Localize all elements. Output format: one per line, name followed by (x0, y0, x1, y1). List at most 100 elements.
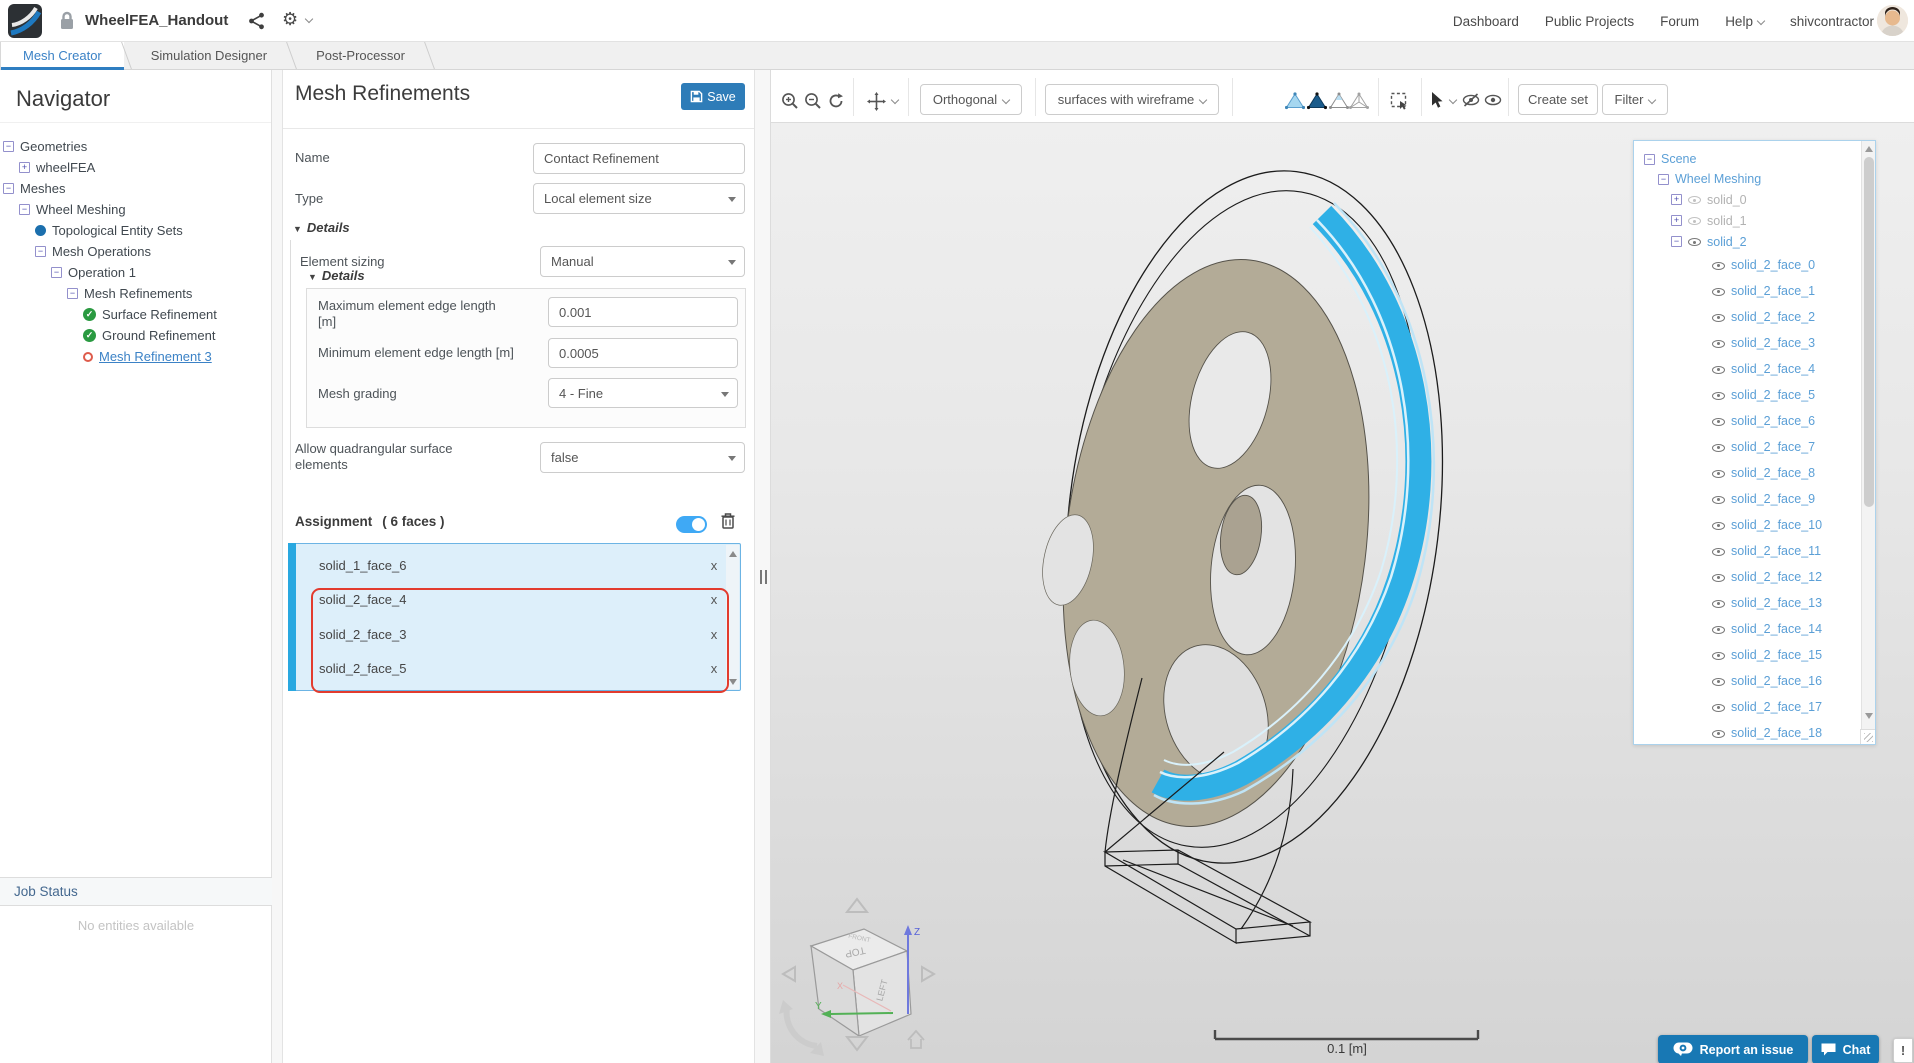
visibility-eye-icon[interactable] (1712, 545, 1725, 558)
rotate-right-arrow[interactable] (921, 965, 936, 983)
scene-group-label[interactable]: Wheel Meshing (1675, 172, 1761, 186)
tree-item-label[interactable]: Meshes (20, 181, 66, 196)
chevron-down-icon[interactable] (1448, 95, 1458, 105)
remove-item-button[interactable]: x (701, 592, 727, 607)
collapse-icon[interactable] (67, 288, 78, 299)
visibility-eye-icon[interactable] (1712, 259, 1725, 272)
scene-face-label[interactable]: solid_2_face_0 (1731, 258, 1815, 272)
visibility-eye-icon[interactable] (1712, 311, 1725, 324)
hide-selection-icon[interactable] (1462, 92, 1480, 108)
scene-face-label[interactable]: solid_2_face_5 (1731, 388, 1815, 402)
visibility-eye-icon[interactable] (1712, 649, 1725, 662)
alert-badge[interactable]: ! (1893, 1038, 1913, 1063)
tab-post-processor[interactable]: Post-Processor (294, 42, 427, 69)
rotate-up-arrow[interactable] (844, 897, 870, 913)
scene-face-label[interactable]: solid_2_face_6 (1731, 414, 1815, 428)
tree-item-label[interactable]: Geometries (20, 139, 87, 154)
collapse-icon[interactable] (1644, 153, 1655, 165)
collapse-icon[interactable] (35, 246, 46, 257)
panel-resize-handle[interactable] (1860, 729, 1875, 744)
scene-root-label[interactable]: Scene (1661, 152, 1696, 166)
show-edges-icon[interactable] (1329, 92, 1349, 110)
tree-item-label[interactable]: Mesh Refinements (84, 286, 192, 301)
scene-panel-scrollbar[interactable] (1861, 141, 1875, 744)
collapse-icon[interactable] (3, 183, 14, 194)
visibility-eye-icon[interactable] (1712, 363, 1725, 376)
quad-elements-select[interactable]: false (540, 442, 745, 473)
expand-icon[interactable] (1671, 194, 1682, 205)
viewport-canvas[interactable]: TOP LEFT FRONT X Y Z 0.1 [m] − Scene − W… (771, 123, 1914, 1063)
chevron-down-icon[interactable] (304, 14, 314, 24)
visibility-eye-icon[interactable] (1712, 441, 1725, 454)
visibility-eye-icon[interactable] (1712, 415, 1725, 428)
name-input[interactable] (533, 143, 745, 174)
scene-face-label[interactable]: solid_2_face_9 (1731, 492, 1815, 506)
expand-icon[interactable] (19, 162, 30, 173)
visibility-eye-icon[interactable] (1712, 701, 1725, 714)
zoom-out-icon[interactable] (804, 92, 822, 110)
home-view-icon[interactable] (907, 1029, 925, 1049)
username-label[interactable]: shivcontractor (1790, 14, 1874, 29)
save-button[interactable]: Save (681, 83, 745, 110)
assignment-toggle[interactable] (676, 516, 707, 533)
nav-public-projects[interactable]: Public Projects (1545, 14, 1634, 29)
share-icon[interactable] (248, 12, 266, 30)
max-edge-input[interactable] (548, 297, 738, 327)
remove-item-button[interactable]: x (701, 558, 727, 573)
scene-face-label[interactable]: solid_2_face_14 (1731, 622, 1822, 636)
remove-item-button[interactable]: x (701, 661, 727, 676)
zoom-in-icon[interactable] (781, 92, 799, 110)
remove-item-button[interactable]: x (701, 627, 727, 642)
rotate-down-arrow[interactable] (844, 1036, 870, 1052)
pan-move-icon[interactable] (867, 92, 886, 111)
visibility-eye-icon[interactable] (1712, 337, 1725, 350)
expand-icon[interactable] (1671, 215, 1682, 226)
collapse-icon[interactable] (1671, 236, 1682, 247)
show-selection-icon[interactable] (1484, 92, 1502, 108)
visibility-eye-icon[interactable] (1712, 519, 1725, 532)
scene-solid-label[interactable]: solid_2 (1707, 235, 1747, 249)
visibility-eye-icon[interactable] (1688, 193, 1701, 206)
filter-button[interactable]: Filter (1602, 84, 1668, 115)
scroll-up-icon[interactable] (1865, 146, 1873, 152)
tree-item-label[interactable]: Operation 1 (68, 265, 136, 280)
scene-face-label[interactable]: solid_2_face_18 (1731, 726, 1822, 740)
scene-face-label[interactable]: solid_2_face_16 (1731, 674, 1822, 688)
scroll-down-icon[interactable] (729, 679, 737, 685)
tree-item-label[interactable]: Mesh Operations (52, 244, 151, 259)
visibility-eye-icon[interactable] (1712, 493, 1725, 506)
visibility-eye-icon[interactable] (1712, 727, 1725, 740)
tree-item-label[interactable]: Wheel Meshing (36, 202, 126, 217)
create-set-button[interactable]: Create set (1518, 84, 1598, 115)
tree-item-label[interactable]: Topological Entity Sets (52, 223, 183, 238)
collapse-icon[interactable] (51, 267, 62, 278)
visibility-eye-icon[interactable] (1712, 675, 1725, 688)
min-edge-input[interactable] (548, 338, 738, 368)
type-select[interactable]: Local element size (533, 183, 745, 214)
scene-face-label[interactable]: solid_2_face_10 (1731, 518, 1822, 532)
scene-face-label[interactable]: solid_2_face_7 (1731, 440, 1815, 454)
scene-solid-label[interactable]: solid_1 (1707, 214, 1747, 228)
gear-icon[interactable]: ⚙ (282, 9, 298, 30)
collapse-icon[interactable] (1658, 173, 1669, 185)
panel-resize-grip[interactable] (760, 570, 767, 584)
scene-face-label[interactable]: solid_2_face_13 (1731, 596, 1822, 610)
scene-face-label[interactable]: solid_2_face_15 (1731, 648, 1822, 662)
element-sizing-select[interactable]: Manual (540, 246, 745, 277)
avatar[interactable] (1877, 5, 1908, 36)
scroll-up-icon[interactable] (729, 551, 737, 557)
assignment-item-label[interactable]: solid_2_face_3 (297, 627, 701, 642)
rotate-left-arrow[interactable] (781, 965, 796, 983)
details-section-header[interactable]: Details (293, 220, 350, 235)
assignment-item-label[interactable]: solid_1_face_6 (297, 558, 701, 573)
scene-face-label[interactable]: solid_2_face_11 (1731, 544, 1821, 558)
select-cursor-icon[interactable] (1431, 92, 1445, 109)
scene-face-label[interactable]: solid_2_face_12 (1731, 570, 1822, 584)
projection-select[interactable]: Orthogonal (920, 84, 1022, 115)
inner-details-header[interactable]: Details (308, 268, 365, 283)
scene-face-label[interactable]: solid_2_face_1 (1731, 284, 1815, 298)
navigation-cube[interactable]: TOP LEFT FRONT X Y Z (779, 897, 936, 1056)
scene-face-label[interactable]: solid_2_face_8 (1731, 466, 1815, 480)
scene-face-label[interactable]: solid_2_face_17 (1731, 700, 1822, 714)
visibility-eye-icon[interactable] (1712, 623, 1725, 636)
